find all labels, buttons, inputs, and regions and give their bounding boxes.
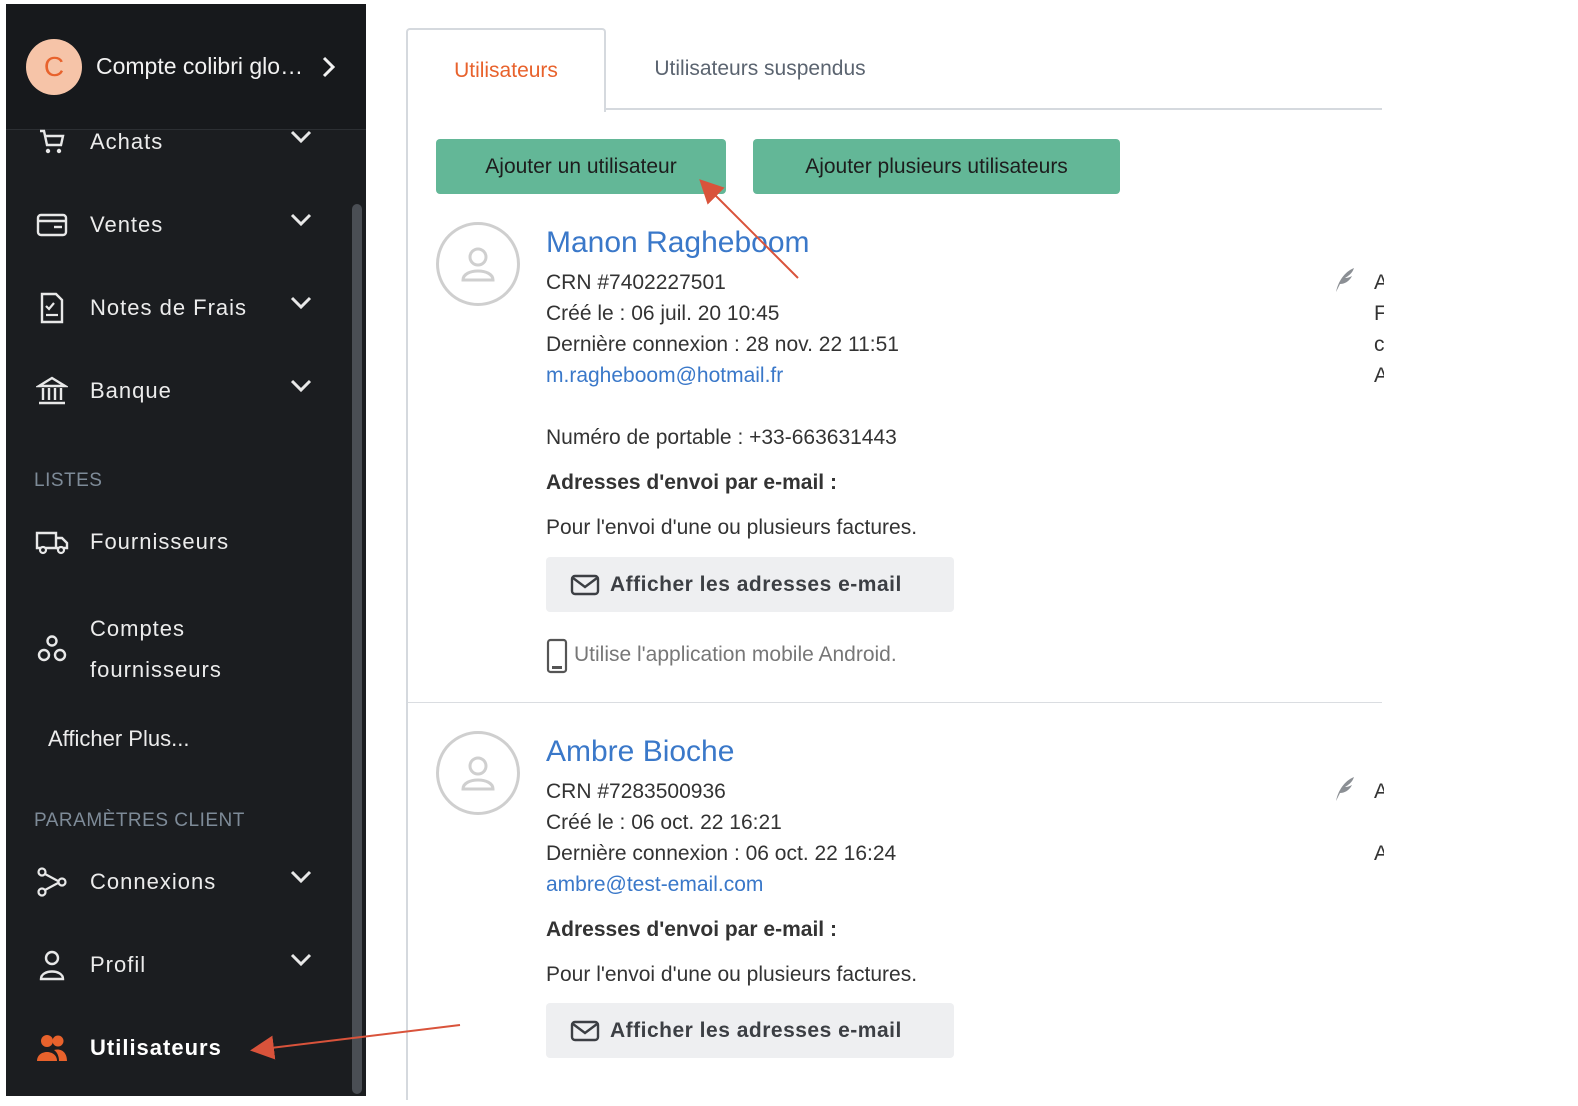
truncated-text: A	[1374, 780, 1384, 803]
bank-icon	[34, 373, 70, 409]
send-addresses-title: Adresses d'envoi par e-mail :	[546, 471, 837, 494]
connections-icon	[34, 864, 70, 900]
user-crn: CRN #7402227501	[546, 271, 726, 294]
show-emails-label: Afficher les adresses e-mail	[610, 1018, 902, 1042]
user-card: Ambre Bioche CRN #7283500936 Créé le : 0…	[408, 729, 1384, 1099]
truncated-text: A	[1374, 842, 1384, 865]
sidebar-item-label: Banque	[90, 378, 172, 403]
chevron-down-icon	[290, 296, 312, 310]
section-title-parametres: PARAMÈTRES CLIENT	[34, 810, 245, 831]
sidebar-item-notes-de-frais[interactable]: Notes de Frais	[6, 278, 350, 338]
sidebar-item-label: Utilisateurs	[90, 1035, 222, 1060]
user-phone: Numéro de portable : +33-663631443	[546, 426, 897, 449]
user-divider	[408, 702, 1382, 703]
add-many-users-button[interactable]: Ajouter plusieurs utilisateurs	[753, 139, 1120, 194]
truncated-text: A	[1374, 364, 1384, 387]
sidebar-item-label: Connexions	[90, 869, 217, 894]
send-addresses-desc: Pour l'envoi d'une ou plusieurs factures…	[546, 516, 918, 539]
chevron-down-icon	[290, 213, 312, 227]
tab-utilisateurs-suspendus[interactable]: Utilisateurs suspendus	[620, 28, 900, 110]
account-avatar: C	[26, 38, 82, 95]
sidebar-item-label: Comptes fournisseurs	[90, 608, 222, 690]
sidebar-item-ventes[interactable]: Ventes	[6, 195, 350, 255]
user-name-link[interactable]: Ambre Bioche	[546, 735, 734, 769]
sidebar-item-utilisateurs[interactable]: Utilisateurs	[6, 1018, 350, 1078]
user-email-link[interactable]: m.ragheboom@hotmail.fr	[546, 364, 783, 388]
show-emails-label: Afficher les adresses e-mail	[610, 572, 902, 596]
users-icon	[34, 1030, 70, 1066]
show-emails-button[interactable]: Afficher les adresses e-mail	[546, 557, 954, 612]
envelope-icon	[570, 1020, 600, 1041]
chevron-down-icon	[290, 870, 312, 884]
tabs-underline	[604, 108, 1382, 110]
mobile-phone-icon	[546, 638, 568, 674]
accounts-icon	[34, 631, 70, 667]
section-title-listes: LISTES	[34, 470, 103, 491]
account-name: Compte colibri glo…	[96, 53, 304, 79]
truncated-text: F	[1374, 302, 1384, 325]
sidebar-scrollbar[interactable]	[352, 204, 362, 1094]
sidebar-item-profil[interactable]: Profil	[6, 935, 350, 995]
sidebar-item-label: Ventes	[90, 212, 164, 237]
user-placeholder-icon	[436, 731, 520, 815]
sidebar-item-connexions[interactable]: Connexions	[6, 852, 350, 912]
send-addresses-title: Adresses d'envoi par e-mail :	[546, 918, 837, 941]
wallet-icon	[34, 207, 70, 243]
envelope-icon	[570, 574, 600, 595]
sidebar: C Compte colibri glo… Achats Ventes Note…	[6, 4, 366, 1096]
user-created: Créé le : 06 oct. 22 16:21	[546, 811, 782, 834]
feather-icon	[1336, 777, 1354, 801]
user-card: Manon Ragheboom CRN #7402227501 Créé le …	[408, 220, 1384, 700]
chevron-down-icon	[290, 130, 312, 144]
sidebar-show-more[interactable]: Afficher Plus...	[6, 709, 350, 769]
sidebar-item-label: Profil	[90, 952, 147, 977]
sidebar-item-label: Notes de Frais	[90, 295, 248, 320]
sidebar-item-label: Achats	[90, 129, 164, 154]
feather-icon	[1336, 268, 1354, 292]
truck-icon	[34, 524, 70, 560]
user-email-link[interactable]: ambre@test-email.com	[546, 873, 763, 897]
mobile-app-note: Utilise l'application mobile Android.	[574, 643, 897, 666]
sidebar-item-banque[interactable]: Banque	[6, 361, 350, 421]
user-placeholder-icon	[436, 222, 520, 306]
chevron-down-icon	[290, 379, 312, 393]
add-user-button[interactable]: Ajouter un utilisateur	[436, 139, 726, 194]
chevron-down-icon	[290, 953, 312, 967]
sidebar-item-fournisseurs[interactable]: Fournisseurs	[6, 512, 350, 572]
user-crn: CRN #7283500936	[546, 780, 726, 803]
cart-icon	[34, 124, 70, 160]
tab-utilisateurs[interactable]: Utilisateurs	[406, 28, 606, 112]
user-last-login: Dernière connexion : 28 nov. 22 11:51	[546, 333, 899, 356]
sidebar-item-comptes-fournisseurs[interactable]: Comptes fournisseurs	[6, 604, 350, 694]
user-created: Créé le : 06 juil. 20 10:45	[546, 302, 780, 325]
user-last-login: Dernière connexion : 06 oct. 22 16:24	[546, 842, 897, 865]
label-line-1: Comptes	[90, 616, 186, 641]
label-line-2: fournisseurs	[90, 657, 222, 682]
truncated-text: c	[1374, 333, 1384, 356]
send-addresses-desc: Pour l'envoi d'une ou plusieurs factures…	[546, 963, 918, 986]
sidebar-item-label: Fournisseurs	[90, 529, 230, 554]
show-emails-button[interactable]: Afficher les adresses e-mail	[546, 1003, 954, 1058]
show-more-label: Afficher Plus...	[48, 726, 190, 751]
receipt-icon	[34, 290, 70, 326]
sidebar-item-achats[interactable]: Achats	[6, 112, 350, 172]
user-name-link[interactable]: Manon Ragheboom	[546, 226, 810, 260]
truncated-text: A	[1374, 271, 1384, 294]
chevron-right-icon	[323, 56, 336, 77]
user-icon	[34, 947, 70, 983]
